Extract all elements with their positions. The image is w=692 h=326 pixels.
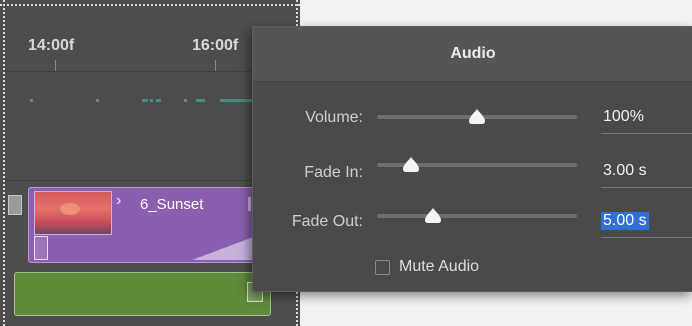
clip-name: 6_Sunset: [140, 196, 204, 213]
timeline-marker: [184, 99, 187, 102]
prev-clip-handle[interactable]: [8, 195, 22, 215]
clip-thumbnail-sun: [60, 203, 80, 215]
mute-audio-checkbox[interactable]: [375, 260, 390, 275]
mute-audio-label: Mute Audio: [399, 258, 480, 275]
audio-panel: Audio Volume: 100% Fade In: 3.00 s Fade …: [252, 26, 692, 292]
fade-in-value-field[interactable]: 3.00 s: [601, 157, 692, 188]
clip-trim-handle[interactable]: [34, 236, 48, 260]
fade-out-wedge: [192, 236, 256, 260]
chevron-right-icon[interactable]: ›: [116, 192, 121, 210]
volume-value-field[interactable]: 100%: [601, 103, 692, 134]
audio-clip[interactable]: [14, 272, 271, 316]
timeline-marker: [150, 99, 153, 102]
timeline-marker: [96, 99, 99, 102]
panel-title: Audio: [450, 45, 496, 62]
fade-in-value: 3.00 s: [603, 162, 647, 179]
timeline-selection-border-top: [0, 4, 300, 6]
slider-thumb-icon: [425, 208, 441, 223]
slider-thumb-icon: [403, 157, 419, 172]
timeline-marker: [196, 99, 205, 102]
timeline-marker: [156, 99, 161, 102]
clip-divider: [248, 197, 251, 211]
fade-out-label: Fade Out:: [291, 213, 363, 230]
audio-panel-header: Audio: [253, 27, 692, 82]
fade-out-value-field[interactable]: 5.00 s: [601, 207, 692, 238]
volume-value: 100%: [603, 108, 644, 125]
timeline-selection-border-left: [3, 0, 5, 326]
ruler-label-14: 14:00f: [28, 37, 75, 54]
ruler-label-16: 16:00f: [192, 37, 239, 54]
timeline-marker: [142, 99, 148, 102]
volume-label: Volume:: [305, 109, 363, 126]
slider-thumb-icon: [469, 109, 485, 124]
fade-out-value: 5.00 s: [601, 212, 649, 230]
timeline-marker: [30, 99, 33, 102]
fade-in-label: Fade In:: [304, 164, 363, 181]
fade-out-slider[interactable]: [377, 214, 577, 218]
